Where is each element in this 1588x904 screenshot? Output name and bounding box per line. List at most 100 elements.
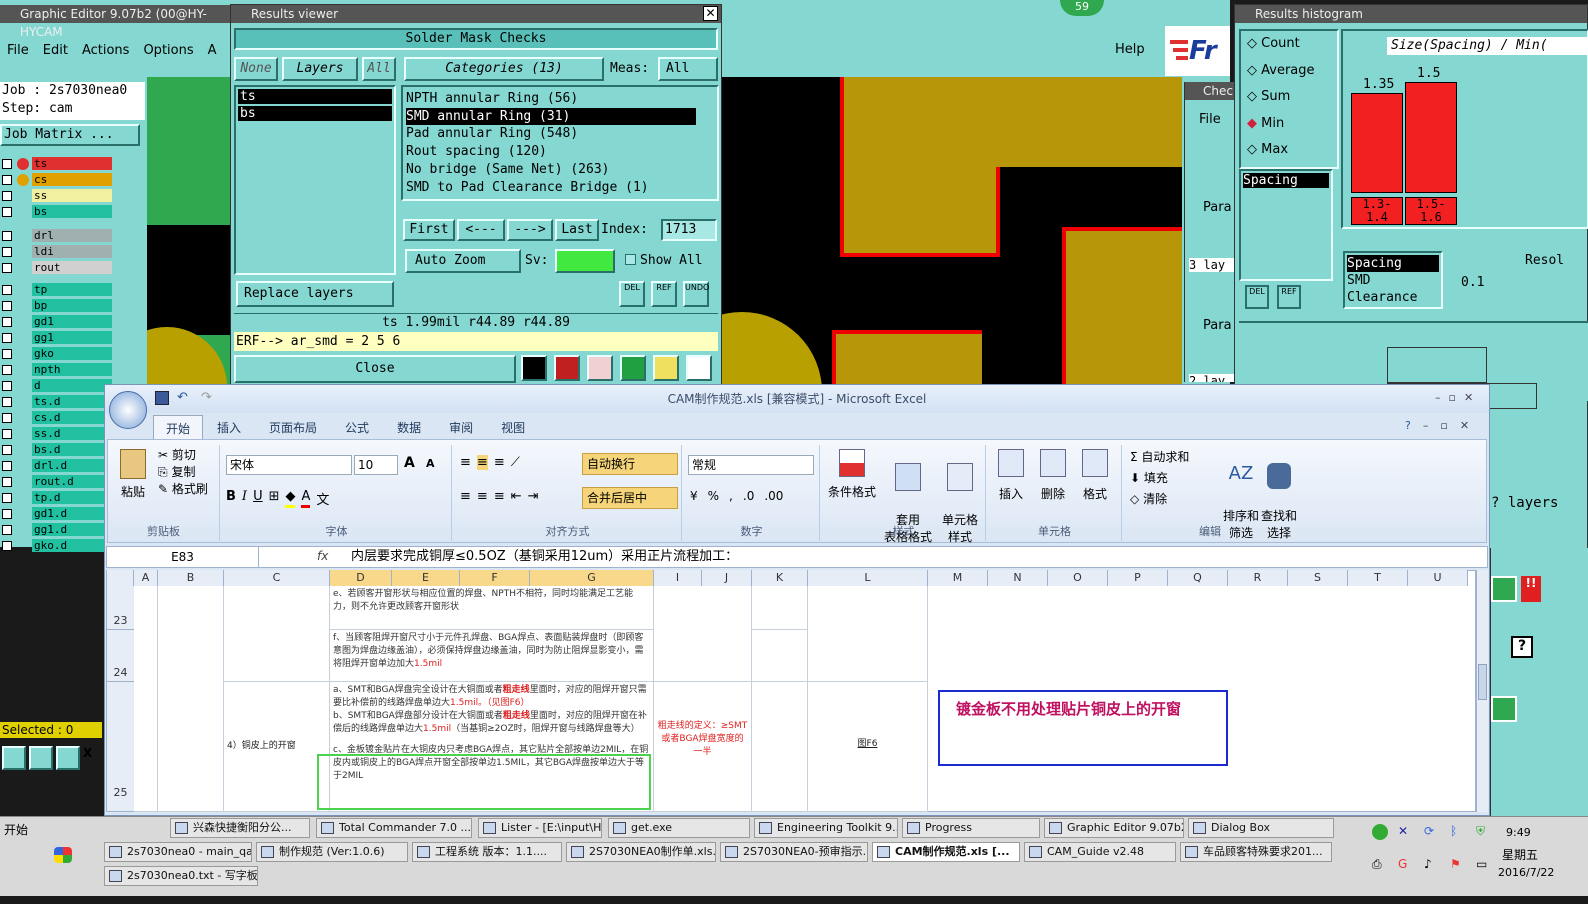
none-button[interactable]: None [234, 57, 278, 81]
column-header-p[interactable]: P [1108, 570, 1168, 586]
option-sum[interactable]: ◇ Sum [1247, 84, 1337, 111]
column-header-e[interactable]: E [392, 570, 460, 586]
category-item[interactable]: Rout spacing (120) [406, 143, 717, 161]
layer-checkbox[interactable] [2, 541, 12, 551]
column-header-r[interactable]: R [1228, 570, 1288, 586]
maximize-icon[interactable]: ▫ [1449, 391, 1456, 405]
taskbar-item[interactable]: 车品顾客特殊要求201... [1180, 842, 1332, 862]
taskbar-item[interactable]: Dialog Box [1188, 818, 1334, 838]
all-layers-button[interactable]: All [362, 57, 396, 81]
fx-icon[interactable]: fx [317, 549, 328, 563]
layer-checkbox[interactable] [2, 333, 12, 343]
replace-layers-select[interactable]: Replace layers [236, 281, 394, 307]
meas-select[interactable]: All [658, 57, 718, 81]
tab-view[interactable]: 视图 [487, 415, 539, 439]
category-item[interactable]: No bridge (Same Net) (263) [406, 161, 717, 179]
layer-row-rout-d[interactable]: rout.d [0, 475, 115, 489]
select-tool-icon[interactable] [2, 746, 26, 770]
side-zoom-icon[interactable] [1491, 696, 1517, 722]
menu-file[interactable]: File [7, 38, 29, 64]
layer-row-ss-d[interactable]: ss.d [0, 427, 115, 441]
office-button[interactable] [109, 391, 147, 429]
select-all-corner[interactable] [107, 570, 134, 586]
taskbar-item[interactable]: Total Commander 7.0 ... [316, 818, 472, 838]
checks-file-menu[interactable]: File [1199, 112, 1221, 127]
layer-checkbox[interactable] [2, 509, 12, 519]
italic-icon[interactable]: I [242, 489, 247, 508]
taskbar-item[interactable]: Progress [902, 818, 1040, 838]
redo-icon[interactable]: ↷ [201, 391, 217, 405]
column-header-n[interactable]: N [988, 570, 1048, 586]
list-item[interactable]: Clearance [1347, 289, 1439, 306]
layer-checkbox[interactable] [2, 429, 12, 439]
pcb-canvas-right[interactable] [722, 77, 1182, 385]
layer-checkbox[interactable] [2, 445, 12, 455]
taskbar-item[interactable]: CAM制作规范.xls [... [872, 842, 1020, 862]
taskbar-item[interactable]: Graphic Editor 9.07b2 ... [1044, 818, 1184, 838]
layer-row-drl[interactable]: drl [0, 229, 115, 243]
column-header-c[interactable]: C [224, 570, 330, 586]
row-header-24[interactable]: 24 [107, 630, 134, 682]
orientation-icon[interactable]: ⟋ [511, 455, 520, 470]
report-icon[interactable] [653, 355, 679, 381]
index-input[interactable]: 1713 [661, 219, 717, 241]
histogram-bar[interactable] [1405, 82, 1457, 193]
align-top-icon[interactable]: ≡ [460, 455, 471, 470]
minimize-icon[interactable]: – [1435, 391, 1441, 405]
decrease-decimal-icon[interactable]: .00 [764, 489, 783, 503]
align-bottom-icon[interactable]: ≡ [494, 455, 505, 470]
layer-item-ts[interactable]: ts [238, 89, 392, 104]
column-header-s[interactable]: S [1288, 570, 1348, 586]
del-icon[interactable]: DEL [619, 281, 645, 307]
grow-font-icon[interactable]: A [404, 455, 415, 471]
layer-row-d[interactable]: d [0, 379, 115, 393]
taskbar-item[interactable]: CAM_Guide v2.48 [1024, 842, 1176, 862]
layer-row-gko[interactable]: gko [0, 347, 115, 361]
column-header-g[interactable]: G [530, 570, 654, 586]
align-center-icon[interactable]: ≡ [477, 489, 488, 504]
list-item-selected[interactable]: Spacing [1243, 173, 1329, 188]
list-item[interactable]: SMD [1347, 272, 1439, 289]
layer-row-gg1[interactable]: gg1 [0, 331, 115, 345]
close-button[interactable]: Close [234, 355, 516, 383]
layer-row-drl-d[interactable]: drl.d [0, 459, 115, 473]
menu-edit[interactable]: Edit [43, 38, 68, 64]
indent-decrease-icon[interactable]: ⇤ [511, 489, 522, 504]
align-left-icon[interactable]: ≡ [460, 489, 471, 504]
category-item[interactable]: NPTH annular Ring (56) [406, 90, 717, 108]
layer-checkbox[interactable] [2, 349, 12, 359]
layer-checkbox[interactable] [2, 301, 12, 311]
next-button[interactable]: ---> [507, 219, 553, 241]
start-logo-icon[interactable] [54, 847, 72, 863]
autosum-button[interactable]: Σ 自动求和 [1130, 447, 1189, 468]
phonetic-icon[interactable]: 文 [316, 489, 329, 508]
copy-button[interactable]: ⎘ 复制 [158, 464, 208, 481]
column-header-a[interactable]: A [134, 570, 158, 586]
help-menu[interactable]: Help [1115, 42, 1145, 57]
taskbar-item[interactable]: 2S7030NEA0制作单.xls... [566, 842, 716, 862]
clear-button[interactable]: ◇ 清除 [1130, 489, 1189, 510]
pcb-canvas[interactable] [147, 77, 230, 385]
window-icon[interactable] [554, 355, 580, 381]
taskbar-item[interactable]: Engineering Toolkit 9.... [754, 818, 898, 838]
results-viewer-close-icon[interactable]: ✕ [703, 6, 718, 21]
show-all-checkbox[interactable] [625, 254, 636, 265]
close-tool-icon[interactable]: X [83, 746, 97, 770]
layer-row-tp[interactable]: tp [0, 283, 115, 297]
step-icon[interactable] [620, 355, 646, 381]
x-icon[interactable]: ✕ [1398, 824, 1420, 853]
cut-button[interactable]: ✂ 剪切 [158, 447, 208, 464]
layer-row-gd1-d[interactable]: gd1.d [0, 507, 115, 521]
format-painter-button[interactable]: ✎ 格式刷 [158, 481, 208, 498]
tab-formulas[interactable]: 公式 [331, 415, 383, 439]
category-item[interactable]: SMD to Pad Clearance Bridge (1) [406, 179, 717, 197]
undo-icon[interactable]: ↶ [177, 391, 193, 405]
layer-row-cs-d[interactable]: cs.d [0, 411, 115, 425]
align-middle-icon[interactable]: ≡ [476, 455, 488, 470]
layers-listbox[interactable]: ts bs [234, 85, 396, 275]
column-header-u[interactable]: U [1408, 570, 1468, 586]
column-header-d[interactable]: D [330, 570, 392, 586]
column-header-q[interactable]: Q [1168, 570, 1228, 586]
network-icon[interactable] [1372, 824, 1388, 840]
sync-icon[interactable]: ⟳ [1424, 824, 1446, 853]
